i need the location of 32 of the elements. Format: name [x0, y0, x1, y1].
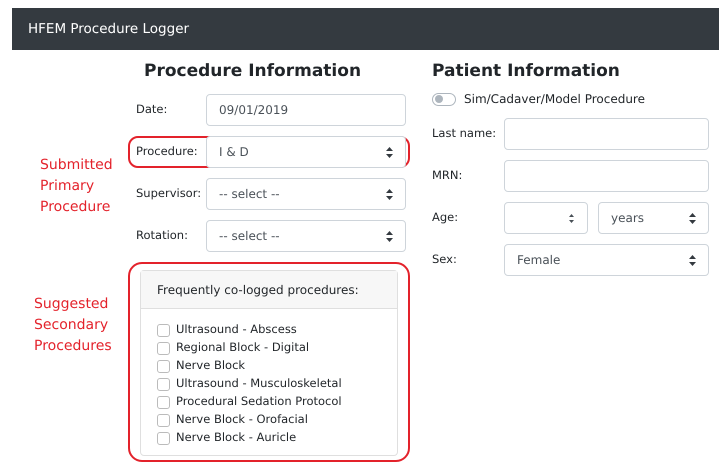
checkbox-label: Ultrasound - Musculoskeletal [176, 375, 342, 392]
secondary-annotation: Procedures [34, 337, 112, 356]
app-title: HFEM Procedure Logger [28, 20, 190, 39]
field-label: Last name: [432, 125, 498, 142]
checkbox-label: Nerve Block [176, 357, 246, 374]
toggle-label: Sim/Cadaver/Model Procedure [464, 91, 645, 108]
select-field[interactable]: -- select -- [206, 220, 406, 252]
secondary-annotation: Suggested [34, 295, 110, 314]
select-field[interactable]: years [598, 202, 709, 234]
select-field[interactable]: I & D [206, 136, 406, 168]
field-label: Rotation: [136, 227, 189, 244]
primary-annotation: Procedure [40, 198, 112, 217]
select-field[interactable]: Female [504, 244, 709, 276]
field-label: Procedure: [136, 143, 199, 160]
select-field[interactable]: -- select -- [206, 178, 406, 210]
section-title: Procedure Information [144, 60, 362, 83]
checkbox-label: Nerve Block - Auricle [176, 429, 296, 446]
field-label: Supervisor: [136, 185, 202, 202]
section-title: Patient Information [432, 60, 621, 83]
checkbox-label: Nerve Block - Orofacial [176, 411, 308, 428]
primary-annotation: Primary [40, 177, 96, 196]
field-label: Sex: [432, 251, 458, 268]
card-header: Frequently co-logged procedures: [157, 282, 359, 298]
checkbox-label: Procedural Sedation Protocol [176, 393, 342, 410]
secondary-annotation: Secondary [34, 316, 110, 335]
primary-annotation: Submitted [40, 156, 113, 175]
checkbox-label: Regional Block - Digital [176, 339, 310, 356]
field-label: MRN: [432, 167, 464, 184]
field-label: Age: [432, 209, 460, 226]
checkbox-label: Ultrasound - Abscess [176, 321, 297, 338]
field-label: Date: [136, 101, 168, 118]
input-field[interactable]: 09/01/2019 [206, 94, 406, 126]
